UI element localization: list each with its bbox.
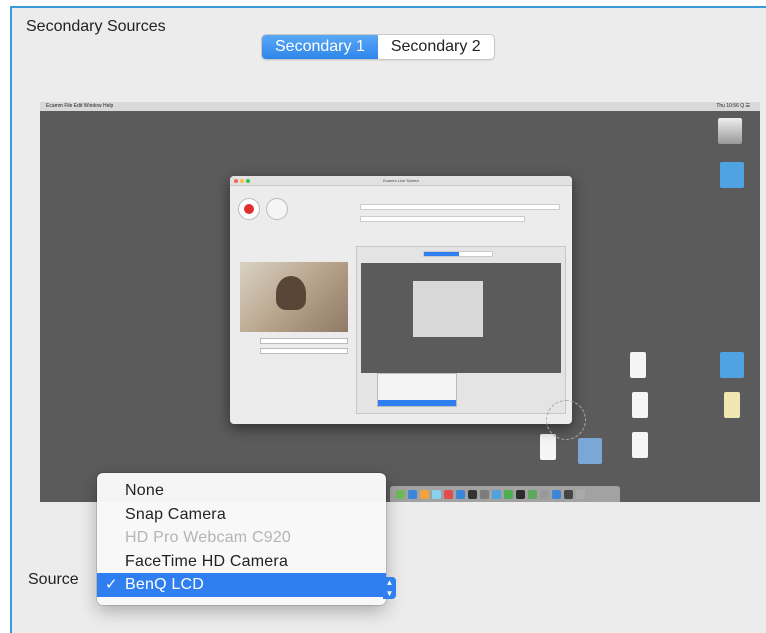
source-label: Source bbox=[28, 571, 79, 588]
zoom-dot-icon bbox=[246, 179, 250, 183]
source-option-facetime-camera[interactable]: FaceTime HD Camera bbox=[97, 550, 386, 574]
preview-menubar-right: Thu 10:56 Q ☰ bbox=[716, 103, 750, 109]
hard-drive-icon bbox=[718, 118, 742, 144]
form-field bbox=[360, 216, 525, 222]
source-option-snap-camera[interactable]: Snap Camera bbox=[97, 503, 386, 527]
image-file-icon bbox=[724, 392, 740, 418]
preview-menubar: Ecamm File Edit Window Help Thu 10:56 Q … bbox=[40, 102, 760, 111]
minimize-dot-icon bbox=[240, 179, 244, 183]
document-icon bbox=[630, 352, 646, 378]
option-label: Snap Camera bbox=[125, 505, 226, 523]
nested-window-title: Ecamm Live Screen bbox=[230, 176, 572, 186]
option-label: None bbox=[125, 482, 165, 499]
source-selector bbox=[260, 348, 348, 354]
source-option-none[interactable]: None bbox=[97, 479, 386, 503]
macos-dock bbox=[390, 486, 620, 502]
pause-icon bbox=[266, 198, 288, 220]
panel-title: Secondary Sources bbox=[26, 18, 166, 35]
document-icon bbox=[540, 434, 556, 460]
nested-preview bbox=[361, 263, 561, 373]
record-icon bbox=[238, 198, 260, 220]
close-dot-icon bbox=[234, 179, 238, 183]
document-icon bbox=[632, 432, 648, 458]
option-label: HD Pro Webcam C920 bbox=[125, 529, 292, 546]
source-option-hd-pro-webcam: HD Pro Webcam C920 bbox=[97, 526, 386, 550]
source-popup-menu[interactable]: None Snap Camera HD Pro Webcam C920 Face… bbox=[97, 473, 386, 605]
folder-icon bbox=[720, 352, 744, 378]
source-selector bbox=[260, 338, 348, 344]
image-file-icon bbox=[578, 438, 602, 464]
option-label: BenQ LCD bbox=[125, 576, 204, 593]
document-icon bbox=[632, 392, 648, 418]
checkmark-icon: ✓ bbox=[105, 576, 118, 593]
folder-icon bbox=[720, 162, 744, 188]
nested-dropdown bbox=[377, 373, 457, 407]
chevron-updown-icon[interactable]: ▲ ▼ bbox=[383, 577, 396, 599]
screen-preview: Ecamm File Edit Window Help Thu 10:56 Q … bbox=[40, 102, 760, 502]
tab-secondary-2[interactable]: Secondary 2 bbox=[378, 35, 494, 59]
secondary-tab-control: Secondary 1 Secondary 2 bbox=[261, 34, 495, 60]
nested-app-window: Ecamm Live Screen bbox=[230, 176, 572, 424]
nested-secondary-panel bbox=[356, 246, 566, 414]
cursor-pointer-icon bbox=[546, 400, 586, 440]
option-label: FaceTime HD Camera bbox=[125, 552, 289, 570]
preview-menubar-left: Ecamm File Edit Window Help bbox=[46, 103, 114, 109]
form-field bbox=[360, 204, 560, 210]
source-option-benq-lcd[interactable]: ✓ BenQ LCD bbox=[97, 573, 386, 597]
person-silhouette bbox=[276, 276, 306, 310]
nested-tabs bbox=[423, 251, 493, 257]
tab-secondary-1[interactable]: Secondary 1 bbox=[262, 35, 378, 59]
